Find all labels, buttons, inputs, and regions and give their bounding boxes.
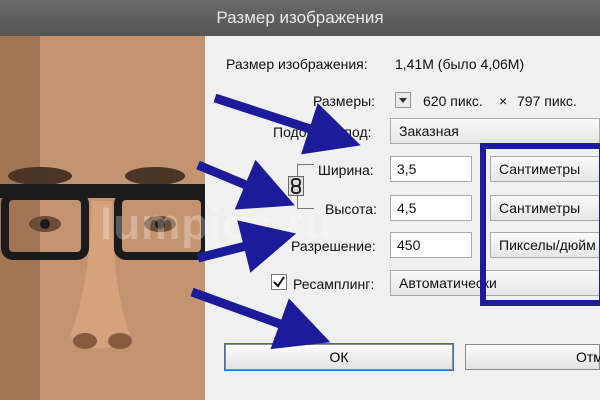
arrow-to-width (213, 93, 361, 155)
arrow-to-height (196, 159, 295, 210)
annotation-arrows (190, 93, 361, 350)
arrow-to-resolution (196, 220, 297, 273)
arrow-to-ok (190, 287, 331, 350)
